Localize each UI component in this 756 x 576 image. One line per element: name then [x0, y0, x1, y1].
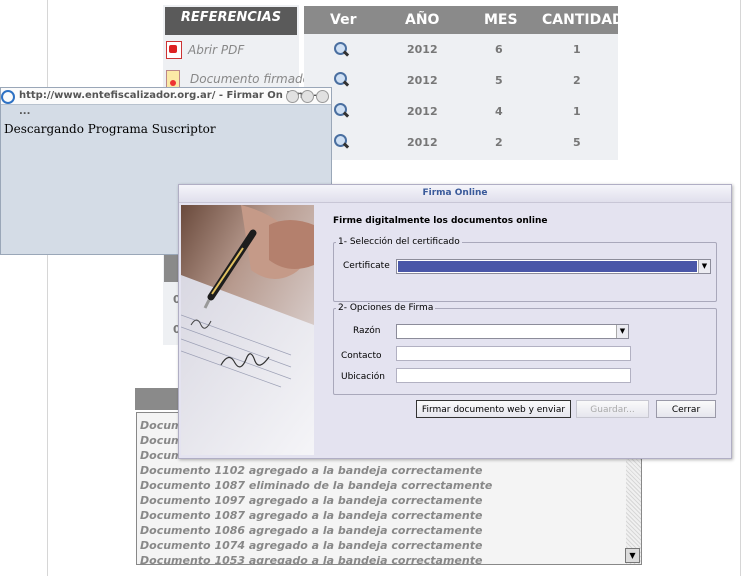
certificate-select[interactable]: ▼	[396, 259, 711, 274]
table-row: 2012 4 1	[304, 96, 618, 126]
dialog-title: Firma Online	[179, 185, 731, 203]
references-header: REFERENCIAS	[165, 7, 297, 35]
table-row: 2012 6 1	[304, 34, 618, 64]
magnifier-icon[interactable]	[333, 133, 349, 149]
magnifier-icon[interactable]	[333, 102, 349, 118]
table-row: 2012 2 5	[304, 127, 618, 157]
col-header-year: AÑO	[405, 12, 440, 28]
contact-field[interactable]	[396, 346, 631, 361]
cell-count: 1	[573, 105, 581, 118]
cell-count: 1	[573, 43, 581, 56]
cell-count: 2	[573, 74, 581, 87]
cell-year: 2012	[407, 136, 438, 149]
close-icon[interactable]	[316, 90, 329, 103]
save-button[interactable]: Guardar...	[576, 400, 649, 418]
signing-photo-illustration	[181, 205, 314, 455]
col-header-count: CANTIDAD	[542, 12, 624, 28]
table-header: Ver AÑO MES CANTIDAD	[304, 6, 624, 34]
certificate-section-legend: 1- Selección del certificado	[338, 237, 460, 247]
sign-and-send-button[interactable]: Firmar documento web y enviar	[416, 400, 571, 418]
cell-year: 2012	[407, 43, 438, 56]
ref-open-pdf-label: Abrir PDF	[188, 43, 245, 57]
documents-table: Ver AÑO MES CANTIDAD 2012 6 1 2012 5 2 2…	[304, 6, 624, 160]
cell-count: 5	[573, 136, 581, 149]
log-line: Documento 1087 eliminado de la bandeja c…	[140, 479, 493, 492]
page-border-right	[740, 0, 741, 576]
cell-year: 2012	[407, 74, 438, 87]
magnifier-icon[interactable]	[333, 71, 349, 87]
signing-options-legend: 2- Opciones de Firma	[338, 303, 434, 313]
popup-message: Descargando Programa Suscriptor	[4, 122, 216, 136]
log-line: Documento 1102 agregado a la bandeja cor…	[140, 464, 483, 477]
cell-month: 5	[495, 74, 503, 87]
close-button[interactable]: Cerrar	[656, 400, 716, 418]
ref-signed-document: Documento firmado	[166, 70, 310, 88]
log-line: Documento 1086 agregado a la bandeja cor…	[140, 524, 483, 537]
cell-month: 4	[495, 105, 503, 118]
maximize-icon[interactable]	[301, 90, 314, 103]
popup-titlebar[interactable]: http://www.entefiscalizador.org.ar/ - Fi…	[1, 88, 331, 117]
ref-signed-document-label: Documento firmado	[190, 72, 311, 86]
location-field[interactable]	[396, 368, 631, 383]
reason-select[interactable]: ▼	[396, 324, 629, 339]
scroll-down-icon[interactable]: ▼	[625, 548, 640, 563]
col-header-month: MES	[484, 12, 518, 28]
reason-label: Razón	[353, 326, 381, 336]
chevron-down-icon[interactable]: ▼	[616, 325, 628, 338]
certificate-selected-value	[398, 261, 697, 272]
log-header	[135, 388, 181, 410]
firma-online-dialog: Firma Online Firme digitalmente los docu…	[178, 184, 732, 459]
minimize-icon[interactable]	[286, 90, 299, 103]
contact-label: Contacto	[341, 351, 382, 361]
cell-month: 2	[495, 136, 503, 149]
signed-document-icon	[166, 70, 180, 88]
ref-open-pdf[interactable]: Abrir PDF	[166, 41, 244, 59]
dialog-heading: Firme digitalmente los documentos online	[333, 216, 548, 226]
cell-year: 2012	[407, 105, 438, 118]
signing-photo	[181, 205, 314, 455]
log-line: Documento 1053 agregado a la bandeja cor…	[140, 554, 483, 565]
pdf-icon	[166, 41, 182, 59]
chevron-down-icon[interactable]: ▼	[698, 260, 710, 273]
certificate-label: Certificate	[343, 261, 390, 271]
browser-icon	[1, 90, 15, 104]
log-line: Documento 1087 agregado a la bandeja cor…	[140, 509, 483, 522]
magnifier-icon[interactable]	[333, 41, 349, 57]
log-line: Documento 1074 agregado a la bandeja cor…	[140, 539, 483, 552]
log-line: Documento 1097 agregado a la bandeja cor…	[140, 494, 483, 507]
cell-month: 6	[495, 43, 503, 56]
col-header-ver: Ver	[330, 12, 357, 28]
table-row: 2012 5 2	[304, 65, 618, 95]
location-label: Ubicación	[341, 372, 385, 382]
popup-title: http://www.entefiscalizador.org.ar/ - Fi…	[19, 90, 318, 117]
